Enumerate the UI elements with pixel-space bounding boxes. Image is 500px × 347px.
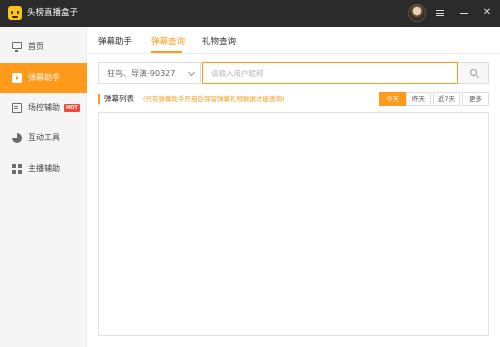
grid-icon <box>12 164 22 174</box>
filter-today-button[interactable]: 今天 <box>379 92 406 106</box>
sidebar-item-label: 互动工具 <box>28 133 60 142</box>
document-icon <box>12 103 22 113</box>
close-icon[interactable]: ✕ <box>480 6 494 20</box>
sidebar-item-danmaku-assistant[interactable]: 弹幕助手 <box>0 63 87 93</box>
sidebar-item-home[interactable]: 首页 <box>0 32 87 62</box>
search-icon <box>470 69 477 76</box>
sidebar-item-label: 主播辅助 <box>28 164 60 173</box>
section-accent-bar <box>98 94 100 104</box>
sidebar-item-interactive-tools[interactable]: 互动工具 <box>0 123 87 153</box>
filter-more-button[interactable]: 更多 <box>462 92 489 106</box>
app-logo-icon <box>8 6 22 20</box>
sidebar-item-room-control[interactable]: 场控辅助 HOT <box>0 93 87 123</box>
title-bar: 头榜直播盒子 ✕ <box>0 0 500 27</box>
sidebar-item-label: 首页 <box>28 42 44 51</box>
search-button[interactable] <box>458 62 489 84</box>
tabs-divider <box>88 53 500 54</box>
tab-danmaku-assistant[interactable]: 弹幕助手 <box>98 36 132 48</box>
section-hint: (只有弹幕助手开启后保留弹幕礼物数据才能查询) <box>143 95 285 103</box>
filter-last7days-button[interactable]: 近7天 <box>433 92 460 106</box>
sidebar: 首页 弹幕助手 场控辅助 HOT 互动工具 主播辅助 <box>0 27 87 347</box>
video-icon <box>12 73 22 83</box>
room-select-value: 狂鸟、导演-90327 <box>107 69 176 78</box>
room-select[interactable]: 狂鸟、导演-90327 <box>98 62 201 84</box>
sidebar-item-streamer-assist[interactable]: 主播辅助 <box>0 154 87 184</box>
tab-danmaku-query[interactable]: 弹幕查询 <box>151 36 185 48</box>
menu-icon[interactable] <box>433 6 447 20</box>
sidebar-item-label: 弹幕助手 <box>28 73 60 82</box>
sidebar-item-label: 场控辅助 <box>28 103 60 112</box>
pie-chart-icon <box>12 133 22 143</box>
filter-yesterday-button[interactable]: 昨天 <box>406 92 431 106</box>
minimize-icon[interactable] <box>457 6 471 20</box>
nickname-search-input[interactable] <box>202 62 458 84</box>
chevron-down-icon <box>187 68 196 77</box>
section-title: 弹幕列表 <box>104 94 134 103</box>
monitor-icon <box>12 42 22 52</box>
hot-badge: HOT <box>64 104 80 112</box>
user-avatar[interactable] <box>408 4 426 22</box>
tab-gift-query[interactable]: 礼物查询 <box>202 36 236 48</box>
app-title: 头榜直播盒子 <box>27 8 79 18</box>
danmaku-list-panel <box>98 112 489 336</box>
